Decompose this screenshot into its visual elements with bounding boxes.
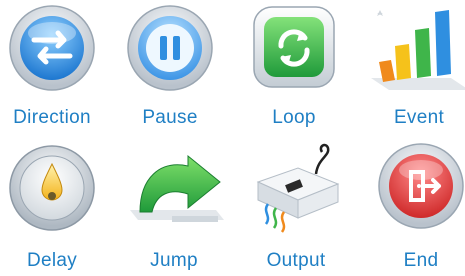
jump-arrow-icon (116, 138, 232, 238)
bar-chart-icon (361, 0, 465, 100)
output-device-icon (238, 138, 354, 238)
block-jump[interactable]: Jump (116, 138, 232, 276)
block-label: Output (266, 250, 326, 271)
block-label: Jump (150, 250, 198, 271)
block-label: Delay (26, 250, 78, 271)
loop-icon (236, 0, 352, 100)
block-delay[interactable]: Delay (0, 138, 110, 276)
timer-icon (0, 138, 110, 238)
block-label: Loop (272, 107, 316, 128)
pause-icon (112, 0, 228, 100)
block-output[interactable]: Output (238, 138, 354, 276)
block-label: End (403, 250, 439, 271)
block-direction[interactable]: Direction (0, 0, 110, 138)
block-label: Pause (142, 107, 198, 128)
block-palette: Direction Pause Loop Event Delay Jump Ou… (0, 0, 465, 276)
swap-arrows-icon (0, 0, 110, 100)
block-pause[interactable]: Pause (112, 0, 228, 138)
block-loop[interactable]: Loop (236, 0, 352, 138)
block-end[interactable]: End (363, 138, 465, 276)
block-label: Event (393, 107, 445, 128)
block-event[interactable]: Event (361, 0, 465, 138)
exit-icon (363, 138, 465, 238)
block-label: Direction (13, 107, 91, 128)
